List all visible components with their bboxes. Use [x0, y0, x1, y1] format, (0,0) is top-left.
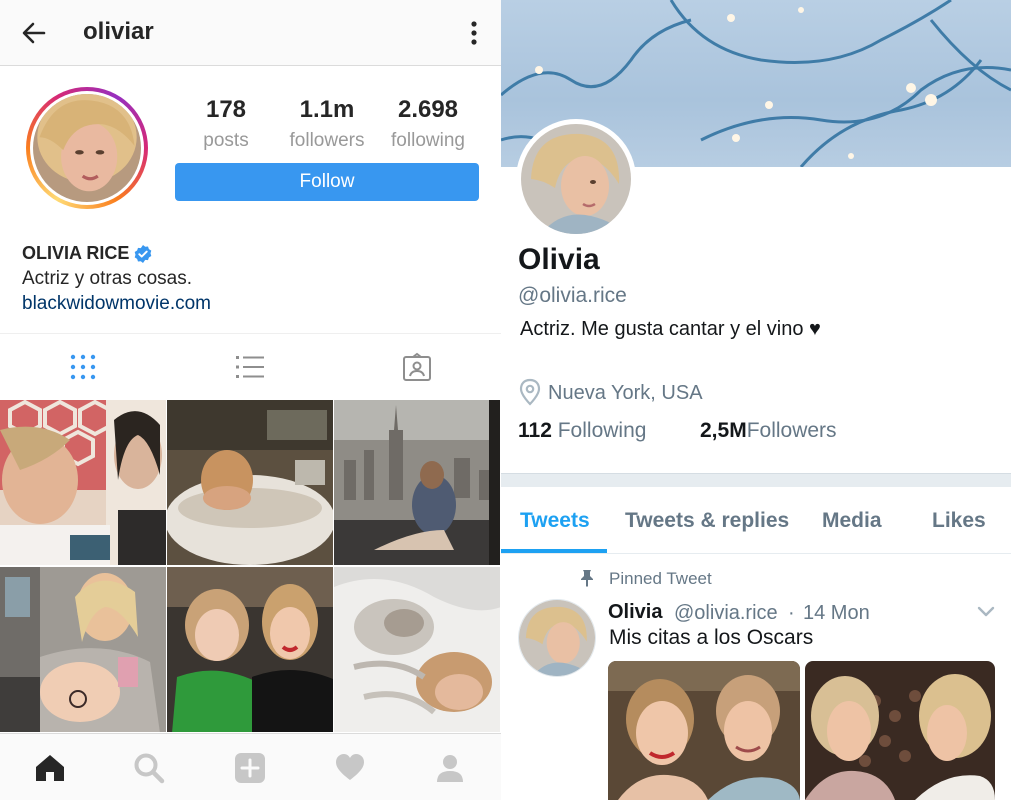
- ig-posts-count: 178: [205, 96, 247, 123]
- ig-followers-count: 1.1m: [299, 96, 355, 123]
- instagram-profile-panel: oliviar 178 posts 1.1m followers 2.698 f…: [0, 0, 501, 800]
- tweet-media-image[interactable]: [805, 661, 995, 800]
- verified-badge-icon: [135, 244, 152, 263]
- ig-following-count: 2.698: [397, 96, 459, 123]
- tweet-timestamp[interactable]: 14 Mon: [803, 602, 870, 625]
- tw-followers-label: Followers: [746, 419, 837, 442]
- follow-button[interactable]: Follow: [175, 163, 479, 201]
- tweet-author-name[interactable]: Olivia: [608, 601, 662, 624]
- ig-posts-label: posts: [203, 130, 249, 151]
- tweet-author-avatar[interactable]: [518, 599, 596, 677]
- ig-stat-followers[interactable]: 1.1m followers: [272, 96, 382, 152]
- grid-view-icon[interactable]: [68, 352, 98, 382]
- ig-view-tabs: [0, 333, 501, 399]
- ig-stat-following[interactable]: 2.698 following: [373, 96, 483, 152]
- pinned-tweet-label: Pinned Tweet: [609, 569, 712, 588]
- more-options-icon[interactable]: [462, 18, 486, 48]
- tw-following-value: 112: [518, 419, 552, 442]
- ig-post-thumbnail[interactable]: [167, 400, 333, 565]
- tweet-separator-dot: ·: [788, 602, 795, 624]
- tweet-text: Mis citas a los Oscars: [609, 626, 814, 649]
- ig-post-thumbnail[interactable]: [167, 567, 333, 732]
- tw-location: Nueva York, USA: [548, 382, 703, 404]
- tab-media[interactable]: Media: [822, 509, 882, 533]
- ig-photo-grid: [0, 400, 501, 733]
- tagged-photos-icon[interactable]: [402, 352, 432, 382]
- ig-username: oliviar: [83, 18, 154, 45]
- tw-following-label: Following: [551, 419, 647, 442]
- ig-story-ring[interactable]: [26, 87, 148, 209]
- profile-icon[interactable]: [434, 752, 466, 784]
- tweet-author-handle: @olivia.rice: [674, 602, 778, 624]
- ig-post-thumbnail[interactable]: [334, 400, 500, 565]
- chevron-down-icon[interactable]: [975, 602, 997, 620]
- home-icon[interactable]: [34, 752, 66, 784]
- tw-handle: @olivia.rice: [518, 284, 627, 307]
- ig-profile-name: OLIVIA RICE: [22, 243, 130, 263]
- ig-post-thumbnail[interactable]: [0, 567, 166, 732]
- tw-avatar-photo: [521, 124, 631, 234]
- tw-followers-value: 2,5M: [700, 419, 747, 442]
- new-post-icon[interactable]: [234, 752, 266, 784]
- tab-tweets[interactable]: Tweets: [520, 509, 590, 533]
- tab-likes[interactable]: Likes: [932, 509, 986, 533]
- location-pin-icon: [519, 378, 541, 406]
- twitter-profile-panel: Olivia @olivia.rice Actriz. Me gusta can…: [501, 0, 1011, 800]
- ig-website-link[interactable]: blackwidowmovie.com: [22, 293, 211, 315]
- ig-profile-name-row: OLIVIA RICE: [22, 243, 153, 264]
- tw-display-name: Olivia: [518, 243, 600, 276]
- tweet-media-image[interactable]: [608, 661, 800, 800]
- ig-stat-posts[interactable]: 178 posts: [171, 96, 281, 152]
- ig-header: oliviar: [0, 0, 501, 66]
- tweet-avatar-photo: [519, 600, 595, 676]
- pin-icon: [581, 570, 593, 587]
- back-arrow-icon[interactable]: [18, 17, 50, 49]
- tw-avatar[interactable]: [516, 119, 636, 239]
- tw-profile-tabs: Tweets Tweets & replies Media Likes: [501, 487, 1011, 554]
- tw-followers-count[interactable]: 2,5MFollowers: [700, 419, 837, 443]
- ig-post-thumbnail[interactable]: [334, 567, 500, 732]
- section-divider: [501, 473, 1011, 487]
- ig-bio: Actriz y otras cosas.: [22, 268, 192, 289]
- tw-following-count[interactable]: 112 Following: [518, 419, 646, 443]
- ig-avatar: [30, 91, 144, 205]
- search-icon[interactable]: [133, 752, 165, 784]
- ig-followers-label: followers: [289, 130, 365, 151]
- ig-post-thumbnail[interactable]: [0, 400, 166, 565]
- tw-bio: Actriz. Me gusta cantar y el vino ♥: [520, 318, 821, 340]
- list-view-icon[interactable]: [235, 352, 265, 382]
- ig-following-label: following: [391, 130, 465, 151]
- tab-tweets-replies[interactable]: Tweets & replies: [625, 509, 789, 533]
- active-tab-indicator: [501, 549, 607, 553]
- ig-avatar-photo: [33, 94, 141, 202]
- activity-heart-icon[interactable]: [334, 752, 366, 784]
- ig-bottom-nav: [0, 733, 501, 800]
